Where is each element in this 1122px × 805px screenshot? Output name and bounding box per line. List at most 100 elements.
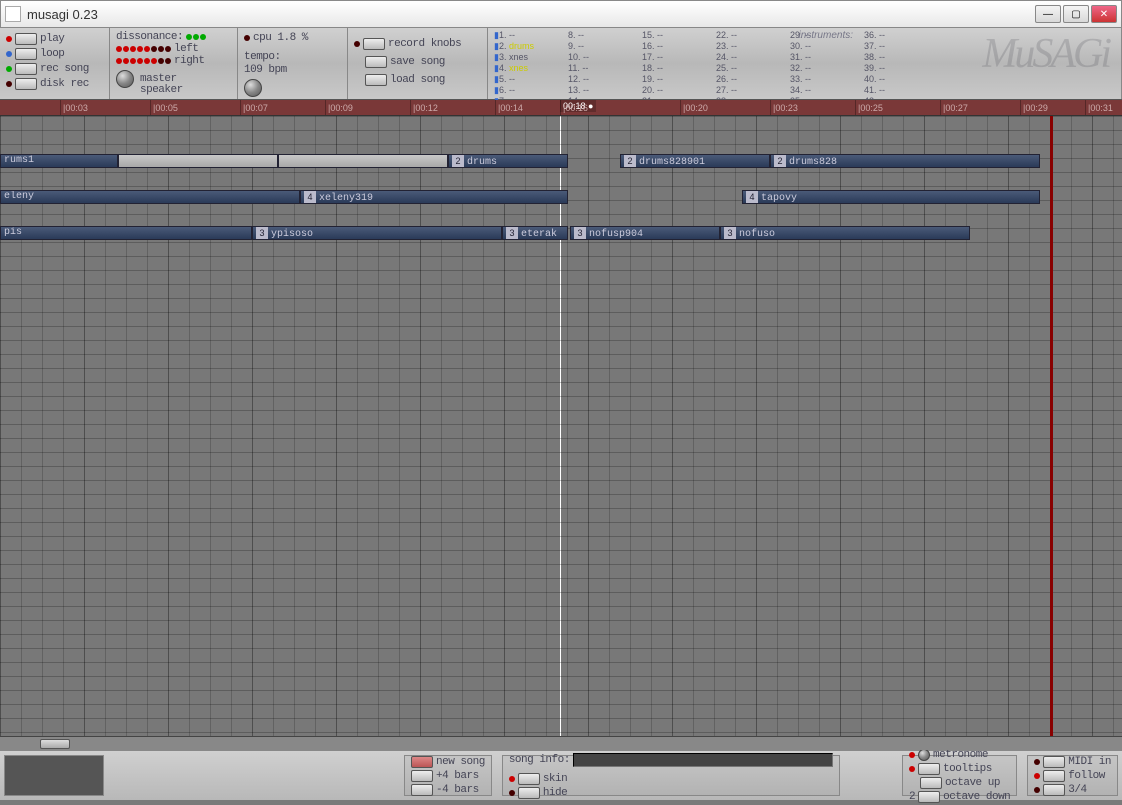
34-led <box>1034 787 1040 793</box>
clip[interactable]: rums1 <box>0 154 118 168</box>
octnum-label: 2 <box>909 791 915 803</box>
recsong-button[interactable] <box>15 63 37 75</box>
follow-button[interactable] <box>1043 770 1065 782</box>
midi-label: MIDI in <box>1068 756 1111 768</box>
clip[interactable]: pis <box>0 226 252 240</box>
right-meter <box>116 58 171 64</box>
instruments-col-5[interactable]: 36. --37. --38. --39. --40. --41. --42. … <box>864 30 934 96</box>
song-edit-panel: new song +4 bars -4 bars <box>404 755 492 796</box>
left-meter <box>116 46 171 52</box>
octup-label: octave up <box>945 777 1000 789</box>
tooltips-button[interactable] <box>918 763 940 775</box>
app-icon <box>5 6 21 22</box>
instruments-col-3[interactable]: 22. --23. --24. --25. --26. --27. --28. … <box>716 30 786 96</box>
play-label: play <box>40 33 64 45</box>
clip[interactable]: 3eterak <box>502 226 568 240</box>
close-button[interactable]: ✕ <box>1091 5 1117 23</box>
dissonance-label: dissonance: <box>116 31 183 43</box>
loop-led <box>6 51 12 57</box>
song-buttons-panel: record knobs save song load song <box>348 28 488 99</box>
maximize-button[interactable]: ▢ <box>1063 5 1089 23</box>
follow-label: follow <box>1068 770 1105 782</box>
instruments-col-2[interactable]: 15. --16. --17. --18. --19. --20. --21. … <box>642 30 712 96</box>
clip[interactable]: eleny <box>0 190 300 204</box>
diskrec-label: disk rec <box>40 78 89 90</box>
recknobs-button[interactable] <box>363 38 385 50</box>
recknobs-led <box>354 41 360 47</box>
loop-button[interactable] <box>15 48 37 60</box>
clip[interactable]: 2drums828901 <box>620 154 770 168</box>
right-options-panel: MIDI in follow 3/4 <box>1027 755 1118 796</box>
skin-button[interactable] <box>518 773 540 785</box>
h-scroll-thumb[interactable] <box>40 739 70 749</box>
follow-led <box>1034 773 1040 779</box>
recknobs-label: record knobs <box>388 38 461 50</box>
octdown-button[interactable] <box>918 791 940 803</box>
master-label: master <box>140 73 177 85</box>
loadsong-label: load song <box>390 74 445 86</box>
minus4-button[interactable] <box>411 784 433 796</box>
clip[interactable]: 4tapovy <box>742 190 1040 204</box>
minimize-button[interactable]: — <box>1035 5 1061 23</box>
timeline-ruler[interactable]: 00:18 ● |00:03|00:05|00:07|00:09|00:12|0… <box>0 100 1122 116</box>
metro-label: metronome <box>933 749 988 761</box>
34-button[interactable] <box>1043 784 1065 796</box>
octup-button[interactable] <box>920 777 942 789</box>
playhead-line <box>560 116 561 736</box>
plus4-label: +4 bars <box>436 770 479 782</box>
h-scrollbar[interactable] <box>0 736 1122 750</box>
right-label: right <box>174 55 205 67</box>
window-titlebar: musagi 0.23 — ▢ ✕ <box>0 0 1122 28</box>
window-title: musagi 0.23 <box>27 7 1033 22</box>
dissonance-panel: dissonance: left right master speaker <box>110 28 238 99</box>
clip[interactable]: 3nofuso <box>720 226 970 240</box>
play-button[interactable] <box>15 33 37 45</box>
recsong-label: rec song <box>40 63 89 75</box>
loop-label: loop <box>40 48 64 60</box>
minus4-label: -4 bars <box>436 784 479 796</box>
loadsong-button[interactable] <box>365 74 387 86</box>
instruments-col-1[interactable]: 8. --9. --10. --11. --12. --13. --14. -- <box>568 30 638 96</box>
instruments-panel: instruments: ▮1. --▮2. drums▮3. xnes▮4. … <box>488 28 1122 99</box>
clip[interactable]: 3ypisoso <box>252 226 502 240</box>
instruments-col-main[interactable]: ▮1. --▮2. drums▮3. xnes▮4. xnes▮5. --▮6.… <box>494 30 564 96</box>
savesong-button[interactable] <box>365 56 387 68</box>
midi-led <box>1034 759 1040 765</box>
tooltips-label: tooltips <box>943 763 992 775</box>
diskrec-led <box>6 81 12 87</box>
songinfo-panel: song info: skin hide <box>502 755 840 796</box>
instruments-header: instruments: <box>799 30 853 41</box>
top-toolbar: play loop rec song disk rec dissonance: … <box>0 28 1122 100</box>
diskrec-button[interactable] <box>15 78 37 90</box>
clip[interactable] <box>118 154 278 168</box>
octdown-label: octave down <box>943 791 1010 803</box>
skin-led <box>509 776 515 782</box>
savesong-label: save song <box>390 56 445 68</box>
clip[interactable]: 2drums <box>448 154 568 168</box>
cpu-label: cpu 1.8 % <box>253 32 308 44</box>
speaker-label: speaker <box>140 84 183 96</box>
play-led <box>6 36 12 42</box>
metro-knob[interactable] <box>918 749 930 761</box>
clip[interactable] <box>278 154 448 168</box>
tempo-knob[interactable] <box>244 79 262 97</box>
cpu-led <box>244 35 250 41</box>
clip[interactable]: 3nofusp904 <box>570 226 720 240</box>
clip[interactable]: 2drums828 <box>770 154 1040 168</box>
clip[interactable]: 4xeleny319 <box>300 190 568 204</box>
transport-panel: play loop rec song disk rec <box>0 28 110 99</box>
midi-button[interactable] <box>1043 756 1065 768</box>
hide-label: hide <box>543 787 567 799</box>
songinfo-display[interactable] <box>573 753 833 767</box>
track-area[interactable]: rums1 2drums 2drums8289012drums828 eleny4xe… <box>0 116 1122 736</box>
tempo-label: tempo: <box>244 51 281 63</box>
tempo-value: 109 bpm <box>244 64 287 76</box>
hide-button[interactable] <box>518 787 540 799</box>
plus4-button[interactable] <box>411 770 433 782</box>
left-label: left <box>174 43 198 55</box>
bottom-toolbar: new song +4 bars -4 bars song info: skin… <box>0 750 1122 800</box>
newsong-button[interactable] <box>411 756 433 768</box>
newsong-label: new song <box>436 756 485 768</box>
options-panel: metronome tooltips octave up 2octave dow… <box>902 755 1017 796</box>
34-label: 3/4 <box>1068 784 1086 796</box>
